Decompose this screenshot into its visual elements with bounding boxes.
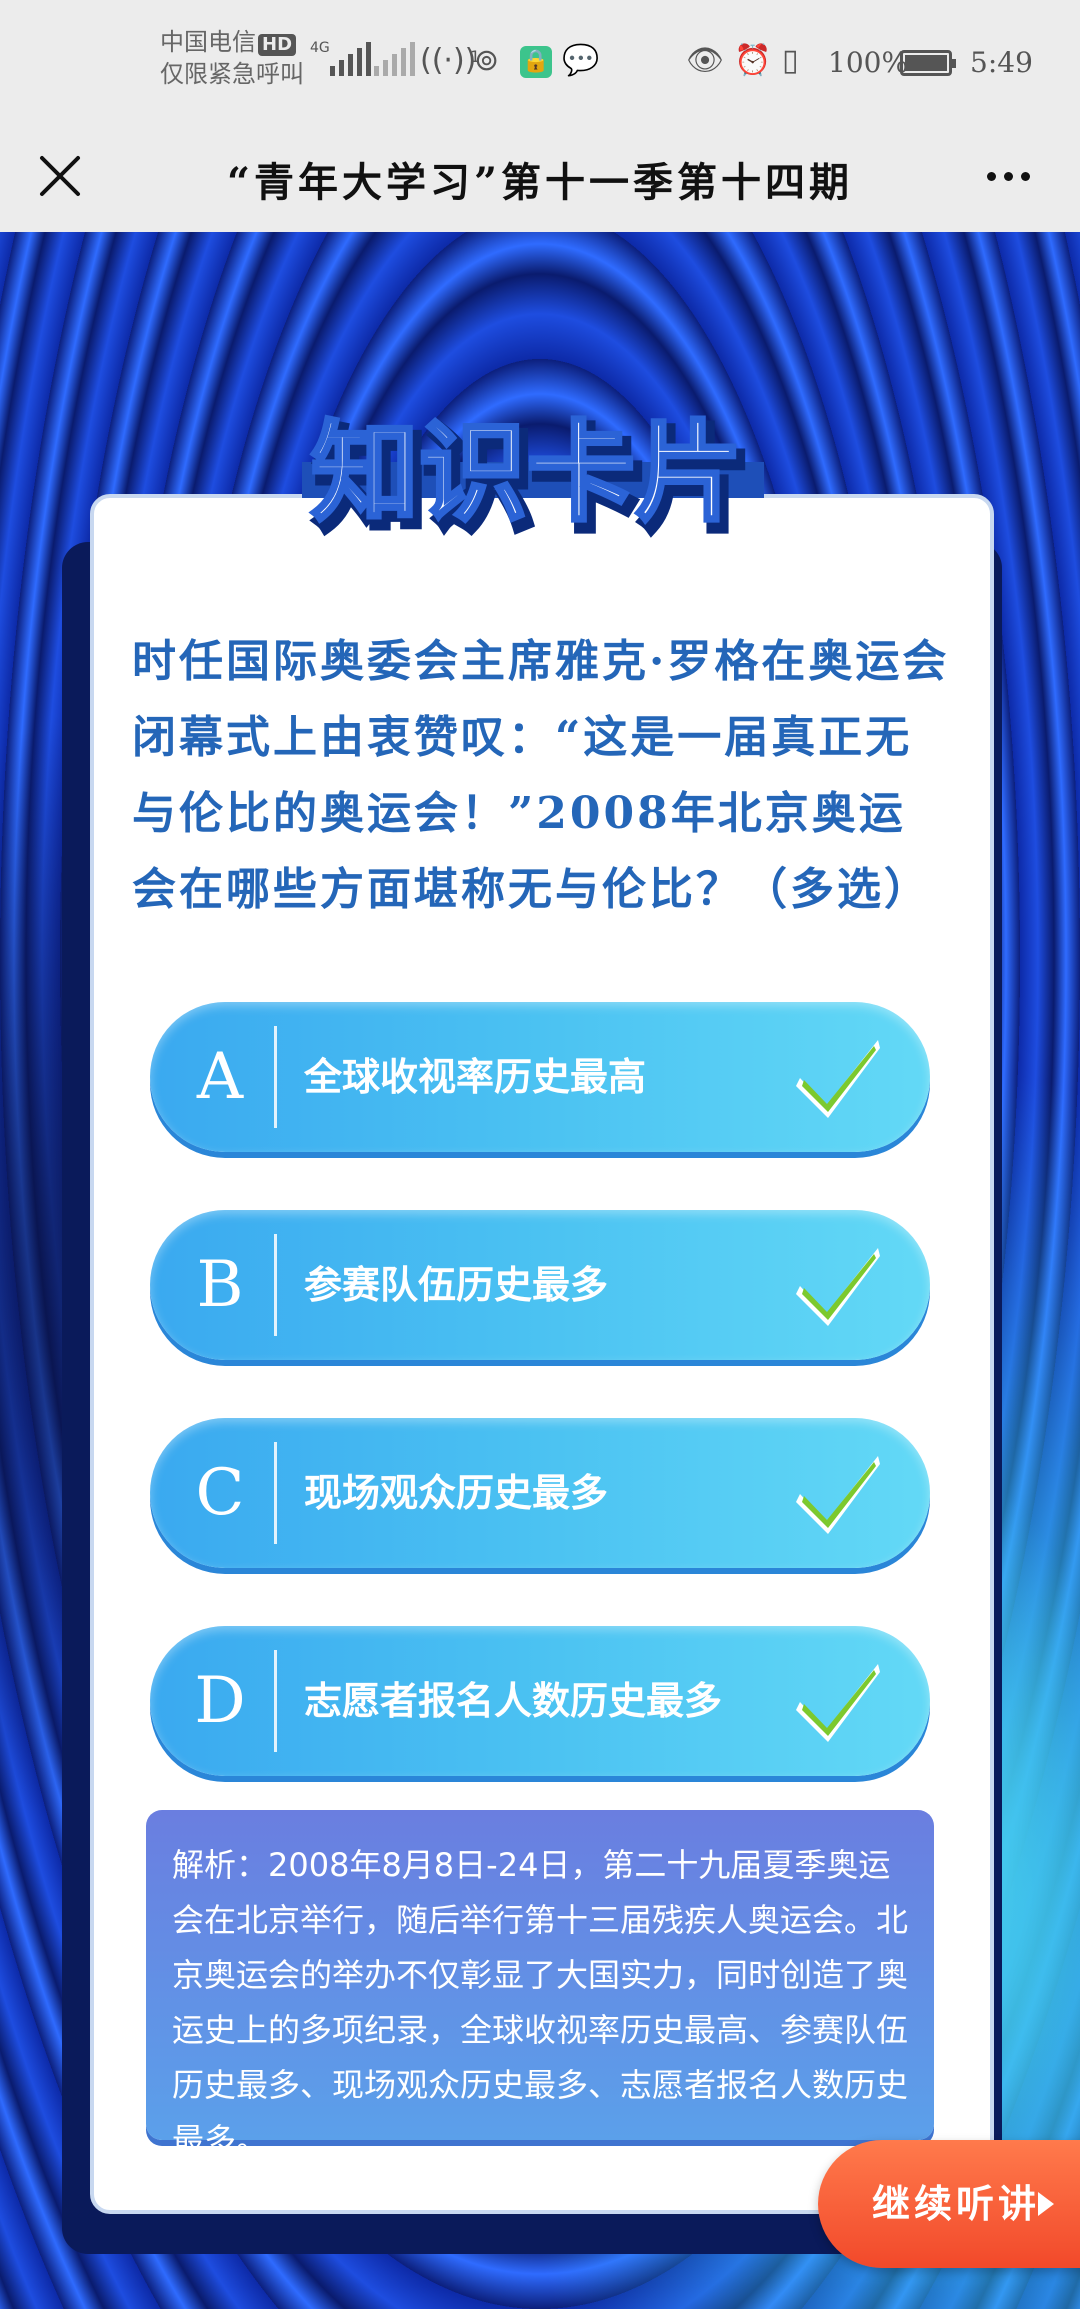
carrier-status: 仅限紧急呼叫 xyxy=(160,60,304,88)
option-d[interactable]: D 志愿者报名人数历史最多 xyxy=(150,1626,930,1776)
continue-button[interactable]: 继续听讲 xyxy=(818,2140,1080,2268)
option-label: 现场观众历史最多 xyxy=(304,1471,609,1515)
hotspot-icon: ((·)) xyxy=(420,43,477,78)
quiz-stage: 知识卡片 知识卡片 时任国际奥委会主席雅克·罗格在奥运会闭幕式上由衷赞叹：“这是… xyxy=(0,232,1080,2309)
question-text: 时任国际奥委会主席雅克·罗格在奥运会闭幕式上由衷赞叹：“这是一届真正无与伦比的奥… xyxy=(132,636,950,915)
option-a[interactable]: A 全球收视率历史最高 xyxy=(150,1002,930,1152)
battery-icon xyxy=(900,50,956,76)
option-divider xyxy=(274,1026,277,1128)
analysis-box: 解析：2008年8月8日-24日，第二十九届夏季奥运会在北京举行，随后举行第十三… xyxy=(146,1810,934,2159)
check-icon xyxy=(796,1248,880,1326)
option-label: 全球收视率历史最高 xyxy=(304,1055,647,1099)
more-button[interactable] xyxy=(972,146,1044,206)
signal-strength-2-icon xyxy=(374,40,415,76)
page-title: “青年大学习”第十一季第十四期 xyxy=(226,159,853,206)
option-letter: C xyxy=(195,1456,245,1530)
check-icon xyxy=(796,1456,880,1534)
lock-app-icon: 🔒 xyxy=(520,46,552,78)
close-icon xyxy=(40,156,80,196)
banner-title: 知识卡片 xyxy=(311,411,743,536)
option-letter: B xyxy=(196,1248,244,1322)
close-button[interactable] xyxy=(28,144,92,208)
status-bar: 中国电信 仅限紧急呼叫 HD 4G ((·)) 1 ⊚ 🔒 💬 👁 ⏰ ▯ 10… xyxy=(0,0,1080,120)
play-icon xyxy=(1038,2192,1054,2216)
knowledge-card-banner: 知识卡片 知识卡片 xyxy=(302,409,764,549)
alarm-icon: ⏰ xyxy=(734,43,772,78)
option-letter: D xyxy=(194,1664,246,1738)
network-type: 4G xyxy=(310,40,330,56)
option-divider xyxy=(274,1234,277,1336)
check-icon xyxy=(796,1664,880,1742)
hd-badge: HD xyxy=(258,34,297,56)
signal-strength-icon xyxy=(330,40,371,76)
option-c[interactable]: C 现场观众历史最多 xyxy=(150,1418,930,1568)
more-icon xyxy=(986,171,996,181)
option-divider xyxy=(274,1442,277,1544)
eye-icon: 👁 xyxy=(686,43,725,78)
check-icon xyxy=(796,1040,880,1118)
option-b[interactable]: B 参赛队伍历史最多 xyxy=(150,1210,930,1360)
wechat-icon: 💬 xyxy=(562,43,600,78)
option-label: 参赛队伍历史最多 xyxy=(304,1263,609,1307)
title-bar: “青年大学习”第十一季第十四期 xyxy=(0,120,1080,232)
continue-label: 继续听讲 xyxy=(872,2181,1041,2226)
vibrate-icon: ▯ xyxy=(782,43,799,78)
weibo-icon: ⊚ xyxy=(474,43,500,78)
battery-percent: 100% xyxy=(828,46,909,79)
clock: 5:49 xyxy=(970,46,1033,79)
option-label: 志愿者报名人数历史最多 xyxy=(304,1679,723,1723)
option-letter: A xyxy=(196,1040,244,1114)
option-divider xyxy=(274,1650,277,1752)
